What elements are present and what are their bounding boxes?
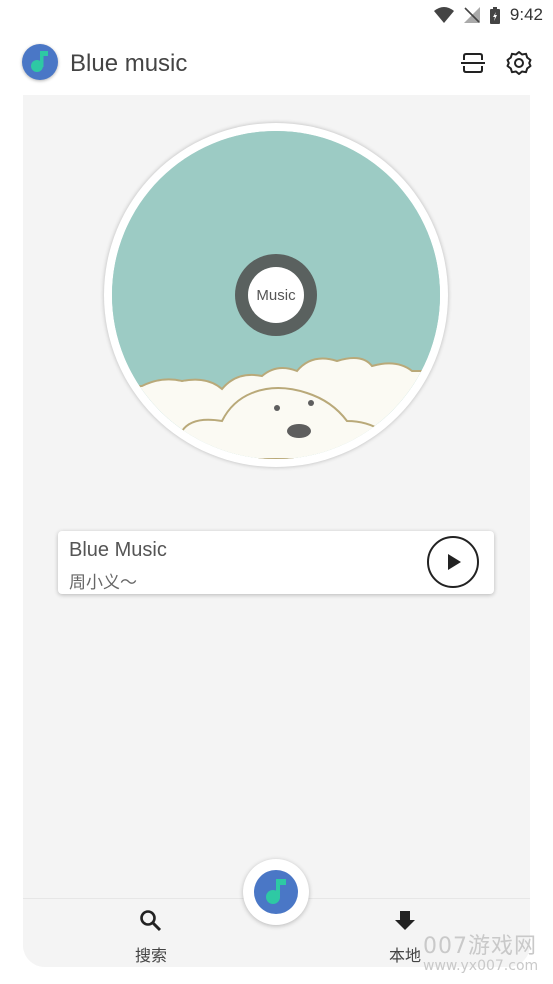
fab-disc	[254, 870, 298, 914]
battery-icon	[489, 6, 500, 24]
nav-search[interactable]: 搜索	[131, 909, 171, 965]
watermark-url: www.yx007.com	[423, 958, 539, 974]
scan-button[interactable]	[460, 50, 486, 76]
play-icon	[448, 554, 461, 570]
app-title: Blue music	[70, 50, 188, 77]
watermark: 007游戏网 www.yx007.com	[423, 928, 551, 984]
now-playing-card[interactable]: Blue Music 周小义～	[58, 531, 494, 594]
nav-local-label: 本地	[388, 948, 421, 965]
nav-search-label: 搜索	[134, 948, 167, 965]
status-time: 9:42	[509, 5, 543, 24]
now-playing-fab[interactable]	[243, 859, 309, 925]
play-button[interactable]	[427, 536, 479, 588]
gear-icon	[506, 51, 532, 75]
app-bar: Blue music	[0, 38, 553, 88]
watermark-brand: 007游戏网	[423, 934, 537, 959]
no-signal-icon	[463, 7, 480, 23]
wifi-icon	[433, 7, 454, 23]
disc-center: Music	[235, 254, 317, 336]
search-icon	[140, 910, 162, 932]
app-logo	[22, 44, 58, 80]
nav-local[interactable]: 本地	[385, 909, 425, 965]
status-bar: 9:42	[0, 0, 553, 30]
music-note-icon	[31, 51, 48, 72]
status-icons: 9:42	[433, 5, 543, 25]
download-icon	[395, 911, 415, 930]
music-note-icon	[266, 879, 286, 904]
scan-icon	[461, 53, 485, 73]
album-disc[interactable]: Music	[104, 123, 448, 467]
disc-label: Music	[248, 267, 304, 323]
player-panel: Music Blue Music 周小义～ 搜索 本地	[23, 95, 530, 967]
song-title: Blue Music	[69, 539, 167, 561]
settings-button[interactable]	[505, 49, 533, 77]
song-artist: 周小义～	[69, 573, 137, 592]
